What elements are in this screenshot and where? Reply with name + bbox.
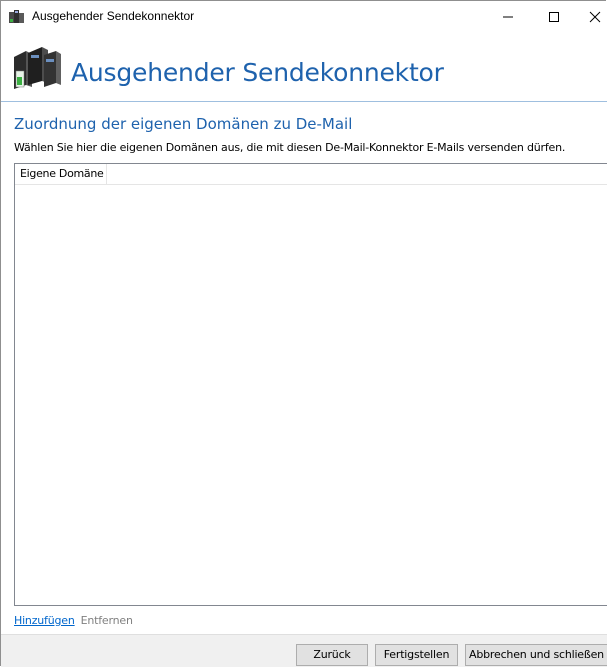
title-bar[interactable]: Ausgehender Sendekonnektor [1, 1, 607, 33]
back-button[interactable]: Zurück [296, 644, 368, 666]
wizard-header: Ausgehender Sendekonnektor [1, 33, 607, 93]
list-actions: Hinzufügen Entfernen [14, 614, 133, 627]
maximize-button[interactable] [531, 1, 577, 33]
remove-link: Entfernen [80, 614, 133, 627]
header-divider [1, 101, 607, 102]
section-title: Zuordnung der eigenen Domänen zu De-Mail [14, 115, 353, 133]
close-icon [589, 11, 601, 23]
dialog-window: Ausgehender Sendekonnektor Ausgehender S… [0, 0, 607, 667]
window-title: Ausgehender Sendekonnektor [32, 9, 195, 23]
finish-button[interactable]: Fertigstellen [375, 644, 458, 666]
server-connector-icon [14, 47, 61, 89]
list-header: Eigene Domäne [15, 164, 607, 185]
minimize-icon [503, 16, 513, 18]
section-description: Wählen Sie hier die eigenen Domänen aus,… [14, 141, 566, 154]
domain-list[interactable]: Eigene Domäne [14, 163, 607, 606]
maximize-icon [549, 12, 559, 22]
add-link[interactable]: Hinzufügen [14, 614, 75, 627]
server-connector-icon [9, 10, 24, 23]
close-button[interactable] [577, 1, 607, 33]
cancel-and-close-button[interactable]: Abbrechen und schließen [465, 644, 607, 666]
page-title: Ausgehender Sendekonnektor [71, 58, 444, 87]
column-header-own-domain[interactable]: Eigene Domäne [15, 164, 107, 184]
wizard-footer: Zurück Fertigstellen Abbrechen und schli… [1, 634, 607, 667]
minimize-button[interactable] [485, 1, 531, 33]
